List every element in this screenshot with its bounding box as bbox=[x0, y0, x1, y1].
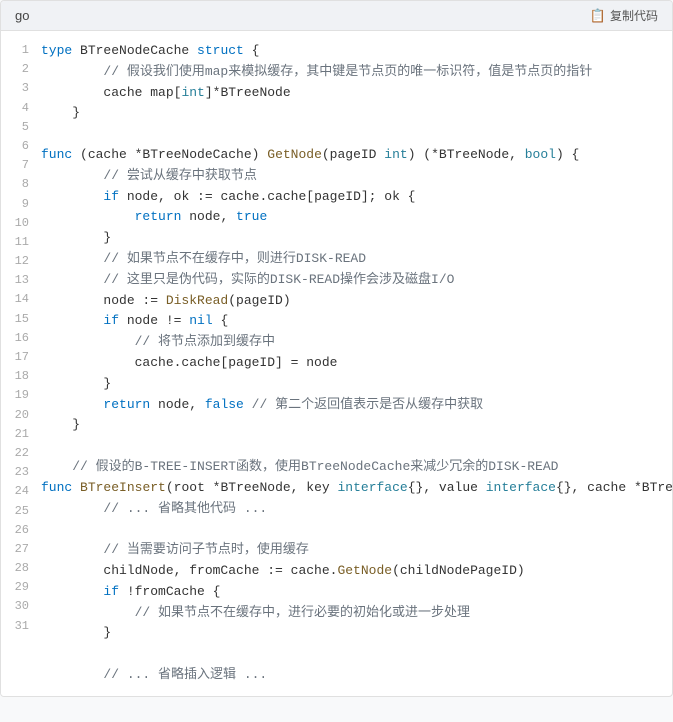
code-block: go 📋 复制代码 123456789101112131415161718192… bbox=[0, 0, 673, 697]
code-line: // 当需要访问子节点时，使用缓存 bbox=[41, 540, 672, 561]
line-numbers: 1234567891011121314151617181920212223242… bbox=[1, 31, 37, 696]
code-line: } bbox=[41, 103, 672, 124]
code-line: func (cache *BTreeNodeCache) GetNode(pag… bbox=[41, 145, 672, 166]
code-line: func BTreeInsert(root *BTreeNode, key in… bbox=[41, 478, 672, 499]
code-line: node := DiskRead(pageID) bbox=[41, 291, 672, 312]
code-line: // 这里只是伪代码，实际的DISK-READ操作会涉及磁盘I/O bbox=[41, 270, 672, 291]
copy-label: 复制代码 bbox=[610, 7, 658, 24]
code-line: return node, false // 第二个返回值表示是否从缓存中获取 bbox=[41, 395, 672, 416]
copy-button[interactable]: 📋 复制代码 bbox=[590, 7, 658, 24]
code-line: // 如果节点不在缓存中，则进行DISK-READ bbox=[41, 249, 672, 270]
code-header: go 📋 复制代码 bbox=[1, 1, 672, 31]
code-lang: go bbox=[15, 8, 29, 23]
code-line: } bbox=[41, 415, 672, 436]
code-line: // 如果节点不在缓存中，进行必要的初始化或进一步处理 bbox=[41, 603, 672, 624]
code-line: cache map[int]*BTreeNode bbox=[41, 83, 672, 104]
code-line bbox=[41, 436, 672, 457]
code-line: if node, ok := cache.cache[pageID]; ok { bbox=[41, 187, 672, 208]
code-line bbox=[41, 519, 672, 540]
code-line: childNode, fromCache := cache.GetNode(ch… bbox=[41, 561, 672, 582]
code-line: // 假设的B-TREE-INSERT函数，使用BTreeNodeCache来减… bbox=[41, 457, 672, 478]
copy-icon: 📋 bbox=[590, 8, 606, 24]
code-line: // 假设我们使用map来模拟缓存，其中键是节点页的唯一标识符，值是节点页的指针 bbox=[41, 62, 672, 83]
code-line: return node, true bbox=[41, 207, 672, 228]
code-body: 1234567891011121314151617181920212223242… bbox=[1, 31, 672, 696]
code-line: if node != nil { bbox=[41, 311, 672, 332]
code-line: // 将节点添加到缓存中 bbox=[41, 332, 672, 353]
code-line: // 尝试从缓存中获取节点 bbox=[41, 166, 672, 187]
code-line: cache.cache[pageID] = node bbox=[41, 353, 672, 374]
code-line: } bbox=[41, 374, 672, 395]
code-line bbox=[41, 124, 672, 145]
code-line: if !fromCache { bbox=[41, 582, 672, 603]
code-line bbox=[41, 644, 672, 665]
code-line: } bbox=[41, 623, 672, 644]
code-line: // ... 省略其他代码 ... bbox=[41, 499, 672, 520]
code-line: // ... 省略插入逻辑 ... bbox=[41, 665, 672, 686]
code-line: } bbox=[41, 228, 672, 249]
code-line: type BTreeNodeCache struct { bbox=[41, 41, 672, 62]
code-content: type BTreeNodeCache struct { // 假设我们使用ma… bbox=[37, 31, 672, 696]
